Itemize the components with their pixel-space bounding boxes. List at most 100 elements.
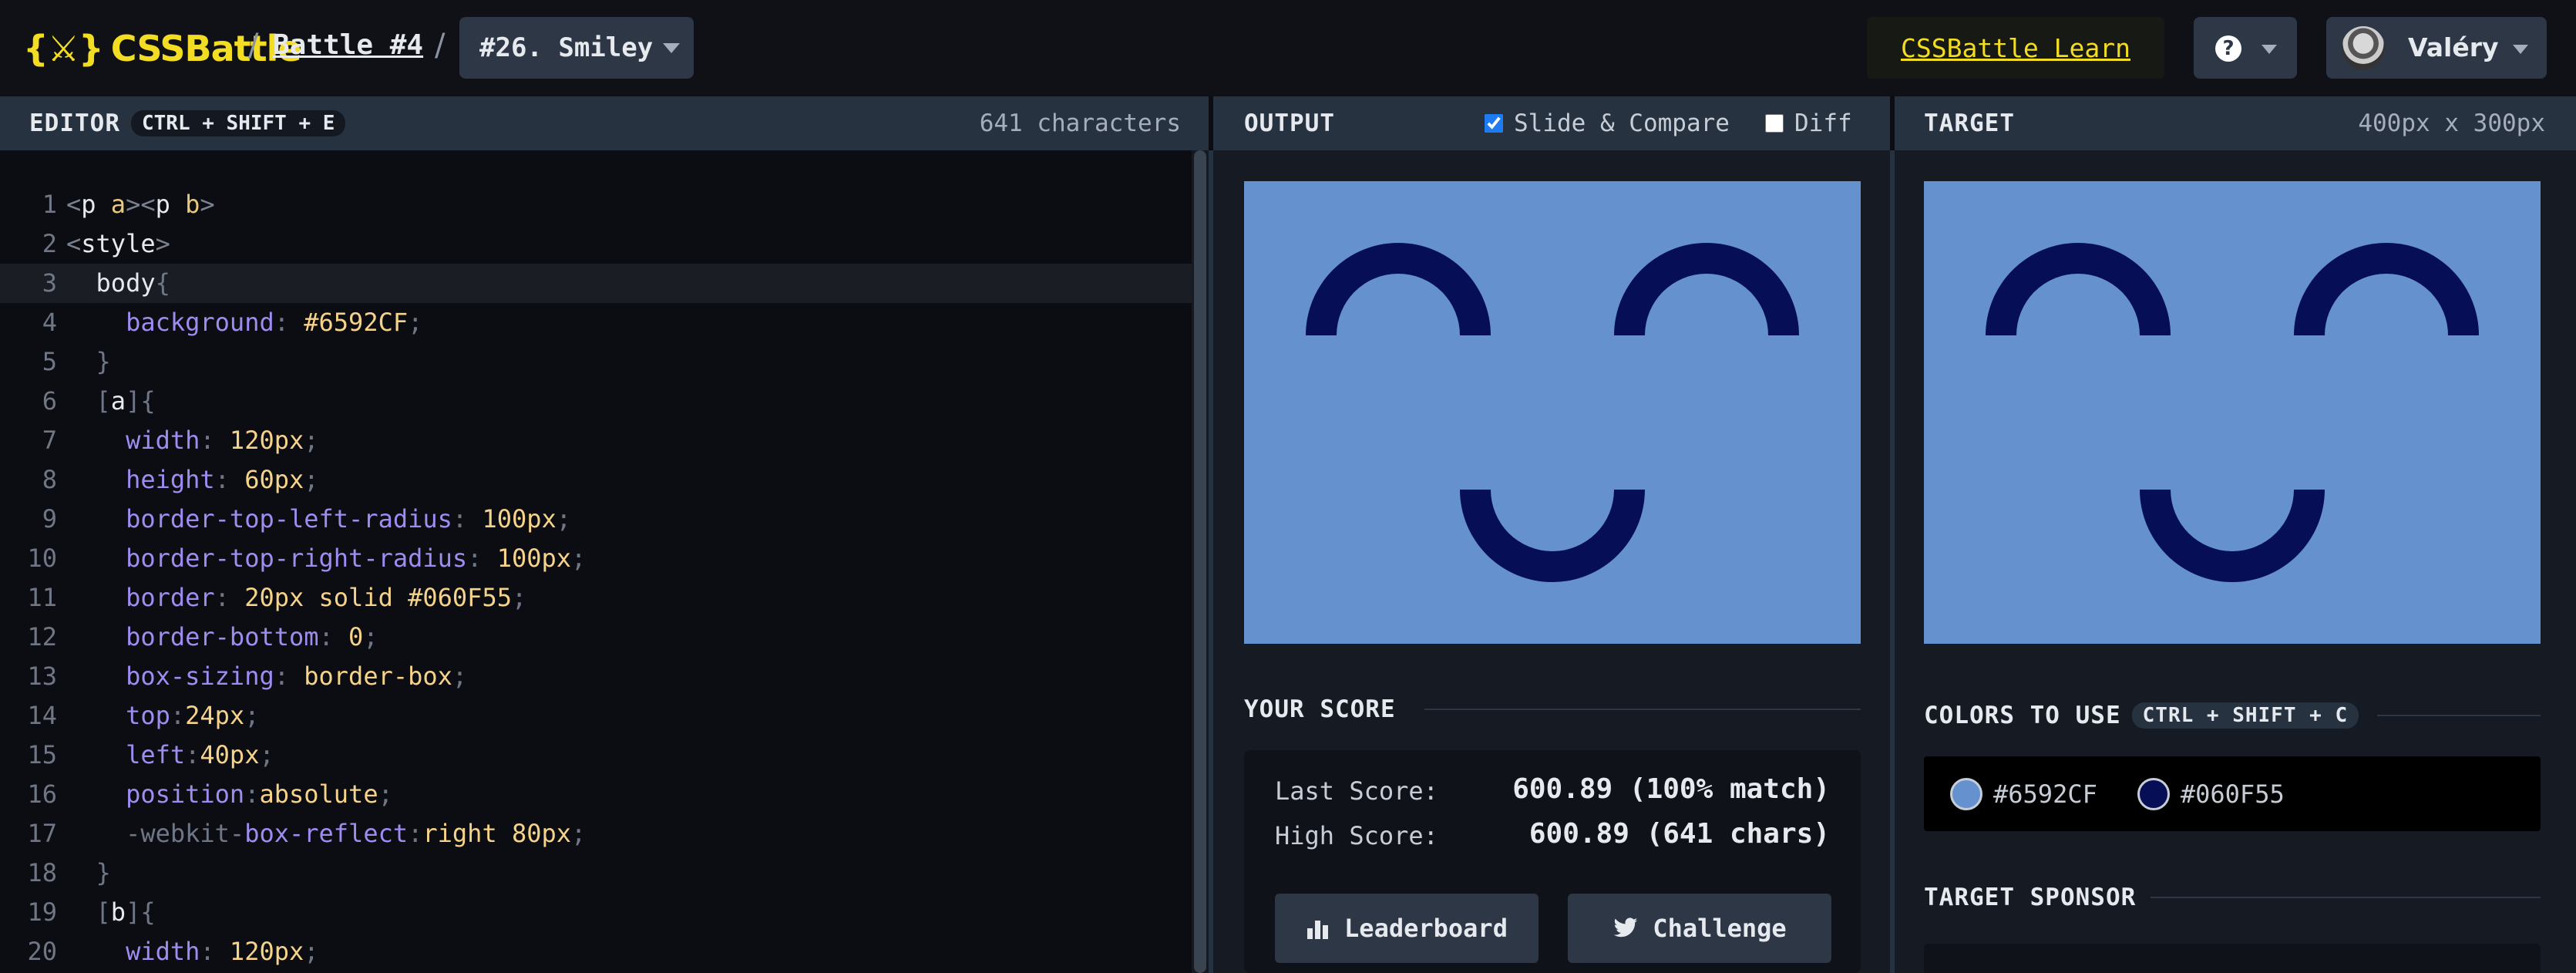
color-palette: #6592CF #060F55 <box>1924 756 2541 831</box>
twitter-icon <box>1613 917 1638 938</box>
target-selector-label: #26. Smiley <box>479 32 654 63</box>
slide-compare-checkbox[interactable] <box>1485 114 1503 133</box>
colors-to-use-title: COLORS TO USE <box>1924 702 2121 729</box>
code-line[interactable]: 19 [b]{ <box>0 893 1192 932</box>
section-rule <box>2151 897 2541 898</box>
line-number: 11 <box>27 583 57 612</box>
code-text: border: 20px solid #060F55; <box>126 583 527 612</box>
color-dot <box>1950 777 1982 810</box>
editor-title: EDITOR <box>29 109 120 137</box>
target-sponsor-heading: TARGET SPONSOR <box>1924 884 2137 911</box>
cssbattle-learn-link[interactable]: CSSBattle Learn <box>1867 17 2164 79</box>
user-menu-button[interactable]: Valéry <box>2326 17 2547 79</box>
code-line[interactable]: 2 <style> <box>0 224 1192 264</box>
code-line[interactable]: 5 } <box>0 342 1192 382</box>
color-swatch[interactable]: #6592CF <box>1950 777 2097 810</box>
leaderboard-button[interactable]: Leaderboard <box>1275 894 1539 963</box>
line-number: 5 <box>42 347 57 376</box>
target-header: TARGET 400px x 300px <box>1895 96 2576 150</box>
code-text: [a]{ <box>96 386 156 416</box>
code-text: [b]{ <box>96 897 156 927</box>
breadcrumb-battle-link[interactable]: Battle #4 <box>273 29 423 61</box>
help-menu-button[interactable]: ? <box>2194 17 2297 79</box>
slide-compare-toggle[interactable]: Slide & Compare <box>1485 109 1730 137</box>
code-line[interactable]: 7 width: 120px; <box>0 421 1192 460</box>
code-line[interactable]: 4 background: #6592CF; <box>0 303 1192 342</box>
code-line[interactable]: 20 width: 120px; <box>0 932 1192 971</box>
target-size: 400px x 300px <box>2358 109 2545 137</box>
line-number: 20 <box>27 937 57 966</box>
diff-label: Diff <box>1794 109 1852 137</box>
code-line[interactable]: 9 border-top-left-radius: 100px; <box>0 500 1192 539</box>
line-number: 8 <box>42 465 57 494</box>
top-bar: {⚔} CSSBattle / Battle #4 / #26. Smiley … <box>0 0 2576 96</box>
color-swatch[interactable]: #060F55 <box>2137 777 2285 810</box>
challenge-button[interactable]: Challenge <box>1568 894 1831 963</box>
diff-checkbox[interactable] <box>1765 114 1784 133</box>
line-number: 16 <box>27 779 57 809</box>
code-text: background: #6592CF; <box>126 308 423 337</box>
code-line[interactable]: 12 border-bottom: 0; <box>0 618 1192 657</box>
code-line[interactable]: 8 height: 60px; <box>0 460 1192 500</box>
editor-scrollbar[interactable] <box>1192 150 1209 973</box>
target-preview[interactable] <box>1924 181 2541 644</box>
code-text: <style> <box>66 229 170 258</box>
line-number: 6 <box>42 386 57 416</box>
chevron-down-icon <box>2513 45 2528 54</box>
editor-scrollbar-thumb[interactable] <box>1194 150 1206 973</box>
right-eye-shape <box>1614 243 1799 335</box>
breadcrumb-separator: / <box>248 28 259 63</box>
editor-header: EDITOR CTRL + SHIFT + E 641 characters <box>0 96 1209 150</box>
code-line[interactable]: 16 position:absolute; <box>0 775 1192 814</box>
code-line[interactable]: 17 -webkit-box-reflect:right 80px; <box>0 814 1192 853</box>
color-hex: #6592CF <box>1993 779 2097 809</box>
code-line[interactable]: 11 border: 20px solid #060F55; <box>0 578 1192 618</box>
colors-to-use-heading: COLORS TO USE CTRL + SHIFT + C <box>1924 702 2359 729</box>
code-line[interactable]: 13 box-sizing: border-box; <box>0 657 1192 696</box>
high-score-label: High Score: <box>1275 821 1438 850</box>
question-icon: ? <box>2215 35 2241 62</box>
code-line[interactable]: 1 <p a><p b> <box>0 185 1192 224</box>
chevron-down-icon <box>663 43 680 53</box>
code-line[interactable]: 3 body{ <box>0 264 1192 303</box>
code-text: } <box>66 858 111 887</box>
character-count: 641 characters <box>979 109 1181 137</box>
code-text: height: 60px; <box>126 465 319 494</box>
code-line[interactable]: 18 } <box>0 853 1192 893</box>
code-text: body{ <box>96 268 170 298</box>
color-hex: #060F55 <box>2180 779 2285 809</box>
chevron-down-icon <box>2262 45 2277 54</box>
line-number: 10 <box>27 544 57 573</box>
code-text: left:40px; <box>126 740 274 769</box>
sponsor-card[interactable] <box>1924 944 2541 973</box>
line-number: 1 <box>42 190 57 219</box>
code-text: } <box>66 347 111 376</box>
code-line[interactable]: 10 border-top-right-radius: 100px; <box>0 539 1192 578</box>
code-text: -webkit-box-reflect:right 80px; <box>126 819 587 848</box>
leaderboard-label: Leaderboard <box>1344 914 1508 943</box>
left-eye-shape <box>1986 243 2171 335</box>
section-rule <box>1424 709 1861 710</box>
code-text: width: 120px; <box>126 937 319 966</box>
line-number: 4 <box>42 308 57 337</box>
code-line[interactable]: 14 top:24px; <box>0 696 1192 736</box>
output-preview[interactable] <box>1244 181 1861 644</box>
code-editor[interactable]: 1 <p a><p b> 2 <style> 3 body{4 background: … <box>0 150 1192 973</box>
line-number: 14 <box>27 701 57 730</box>
code-text: top:24px; <box>126 701 260 730</box>
swords-icon: {⚔} <box>23 28 104 69</box>
mouth-shape <box>1460 490 1645 582</box>
target-selector[interactable]: #26. Smiley <box>459 17 694 79</box>
target-title: TARGET <box>1924 109 2015 137</box>
diff-toggle[interactable]: Diff <box>1765 109 1852 137</box>
code-line[interactable]: 15 left:40px; <box>0 736 1192 775</box>
avatar <box>2342 26 2385 69</box>
line-number: 18 <box>27 858 57 887</box>
line-number: 2 <box>42 229 57 258</box>
breadcrumb-separator: / <box>435 28 446 63</box>
cssbattle-logo[interactable]: {⚔} CSSBattle <box>23 28 302 69</box>
code-text: box-sizing: border-box; <box>126 662 468 691</box>
line-number: 9 <box>42 504 57 534</box>
line-number: 15 <box>27 740 57 769</box>
code-line[interactable]: 6 [a]{ <box>0 382 1192 421</box>
